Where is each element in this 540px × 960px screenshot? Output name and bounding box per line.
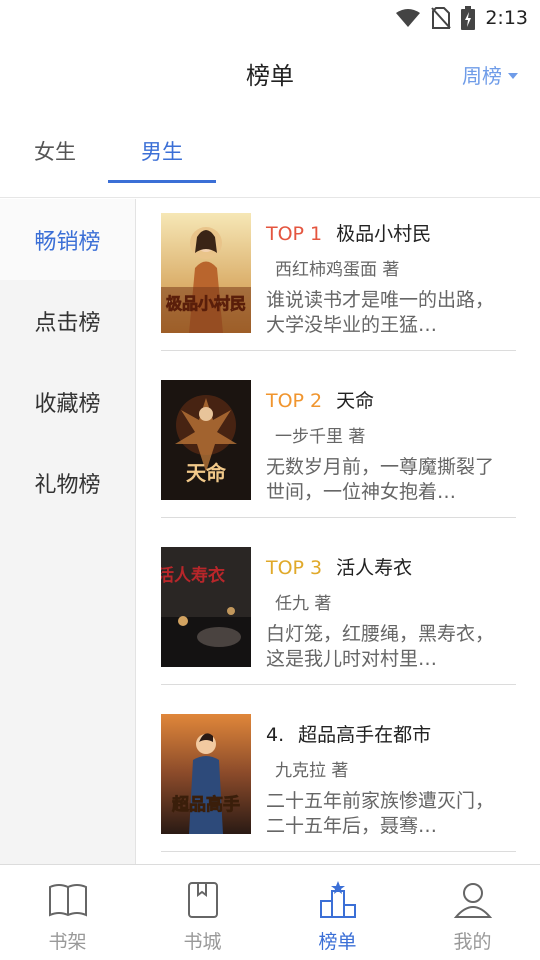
- rank-label: TOP 1: [266, 223, 323, 245]
- book-cover[interactable]: 活人寿衣: [161, 547, 251, 667]
- book-description: 二十五年前家族惨遭灭门，二十五年后，聂骞…: [266, 790, 495, 837]
- book-list: 极品小村民 TOP 1 极品小村民 西红柿鸡蛋面 著 谁说读书才是唯一的出路，大学…: [137, 199, 540, 864]
- no-sim-icon: [431, 7, 452, 29]
- rank-line: TOP 1 极品小村民: [266, 219, 431, 246]
- book-cover[interactable]: 超品高手: [161, 714, 251, 834]
- cover-text: 极品小村民: [166, 294, 246, 313]
- bookstore-icon: [188, 882, 218, 918]
- book-item[interactable]: 极品小村民 TOP 1 极品小村民 西红柿鸡蛋面 著 谁说读书才是唯一的出路，大学…: [161, 199, 516, 351]
- nav-label: 书城: [183, 931, 222, 953]
- clock: 2:13: [485, 7, 528, 29]
- rank-line: 4. 超品高手在都市: [266, 720, 431, 747]
- ranking-category-sidebar: 畅销榜 点击榜 收藏榜 礼物榜: [0, 199, 136, 864]
- book-item[interactable]: 活人寿衣 TOP 3 活人寿衣 任九 著 白灯笼，红腰绳，黑寿衣，这是我儿时对村里…: [161, 533, 516, 685]
- sidebar-item-clicks[interactable]: 点击榜: [0, 280, 135, 361]
- book-description: 白灯笼，红腰绳，黑寿衣，这是我儿时对村里…: [266, 623, 495, 670]
- cover-text: 天命: [186, 461, 227, 485]
- rank-label: 4.: [266, 724, 285, 746]
- sidebar-item-bestseller[interactable]: 畅销榜: [0, 199, 135, 280]
- cover-text: 活人寿衣: [161, 565, 225, 586]
- book-item[interactable]: 天命 TOP 2 天命 一步千里 著 无数岁月前，一尊魔撕裂了世间，一位神女抱着…: [161, 366, 516, 518]
- book-author: 西红柿鸡蛋面 著: [275, 260, 400, 280]
- nav-label: 书架: [48, 931, 87, 953]
- caret-down-icon: [508, 72, 518, 79]
- sidebar-item-favorites[interactable]: 收藏榜: [0, 361, 135, 442]
- tab-indicator: [108, 180, 216, 183]
- gender-tabs: 女生 男生: [0, 110, 540, 198]
- book-author: 任九 著: [275, 594, 332, 614]
- wifi-icon: [396, 9, 421, 27]
- book-title: 极品小村民: [336, 223, 432, 245]
- book-cover[interactable]: 天命: [161, 380, 251, 500]
- tab-male[interactable]: 男生: [141, 136, 183, 166]
- book-description: 无数岁月前，一尊魔撕裂了世间，一位神女抱着…: [266, 456, 495, 503]
- rank-line: TOP 2 天命: [266, 386, 374, 413]
- nav-label: 榜单: [318, 931, 357, 953]
- rank-label: TOP 2: [266, 390, 323, 412]
- header: 榜单 周榜: [0, 36, 540, 110]
- nav-bookstore[interactable]: 书城: [135, 865, 270, 960]
- bookshelf-icon: [49, 884, 87, 917]
- book-cover[interactable]: 极品小村民: [161, 213, 251, 333]
- profile-icon: [453, 883, 493, 918]
- book-author: 九克拉 著: [275, 761, 349, 781]
- book-author: 一步千里 著: [275, 427, 366, 447]
- book-description: 谁说读书才是唯一的出路，大学没毕业的王猛…: [266, 289, 495, 336]
- rank-label: TOP 3: [266, 557, 323, 579]
- rank-line: TOP 3 活人寿衣: [266, 553, 412, 580]
- book-title: 活人寿衣: [336, 557, 413, 579]
- status-bar: 2:13: [0, 0, 540, 36]
- nav-ranking[interactable]: 榜单: [270, 865, 405, 960]
- nav-profile[interactable]: 我的: [405, 865, 540, 960]
- book-title: 超品高手在都市: [298, 724, 432, 746]
- period-label: 周榜: [462, 64, 502, 88]
- book-title: 天命: [336, 390, 375, 412]
- ranking-icon: [320, 881, 356, 918]
- sidebar-item-gifts[interactable]: 礼物榜: [0, 442, 135, 523]
- book-item[interactable]: 超品高手 4. 超品高手在都市 九克拉 著 二十五年前家族惨遭灭门，二十五年后，聂…: [161, 700, 516, 852]
- bottom-navigation: 书架 书城 榜单 我的: [0, 864, 540, 960]
- period-selector[interactable]: 周榜: [462, 60, 518, 89]
- nav-label: 我的: [453, 931, 492, 953]
- battery-charging-icon: [461, 6, 476, 30]
- cover-text: 超品高手: [172, 794, 240, 815]
- page-title: 榜单: [246, 62, 294, 90]
- nav-bookshelf[interactable]: 书架: [0, 865, 135, 960]
- tab-female[interactable]: 女生: [34, 136, 76, 166]
